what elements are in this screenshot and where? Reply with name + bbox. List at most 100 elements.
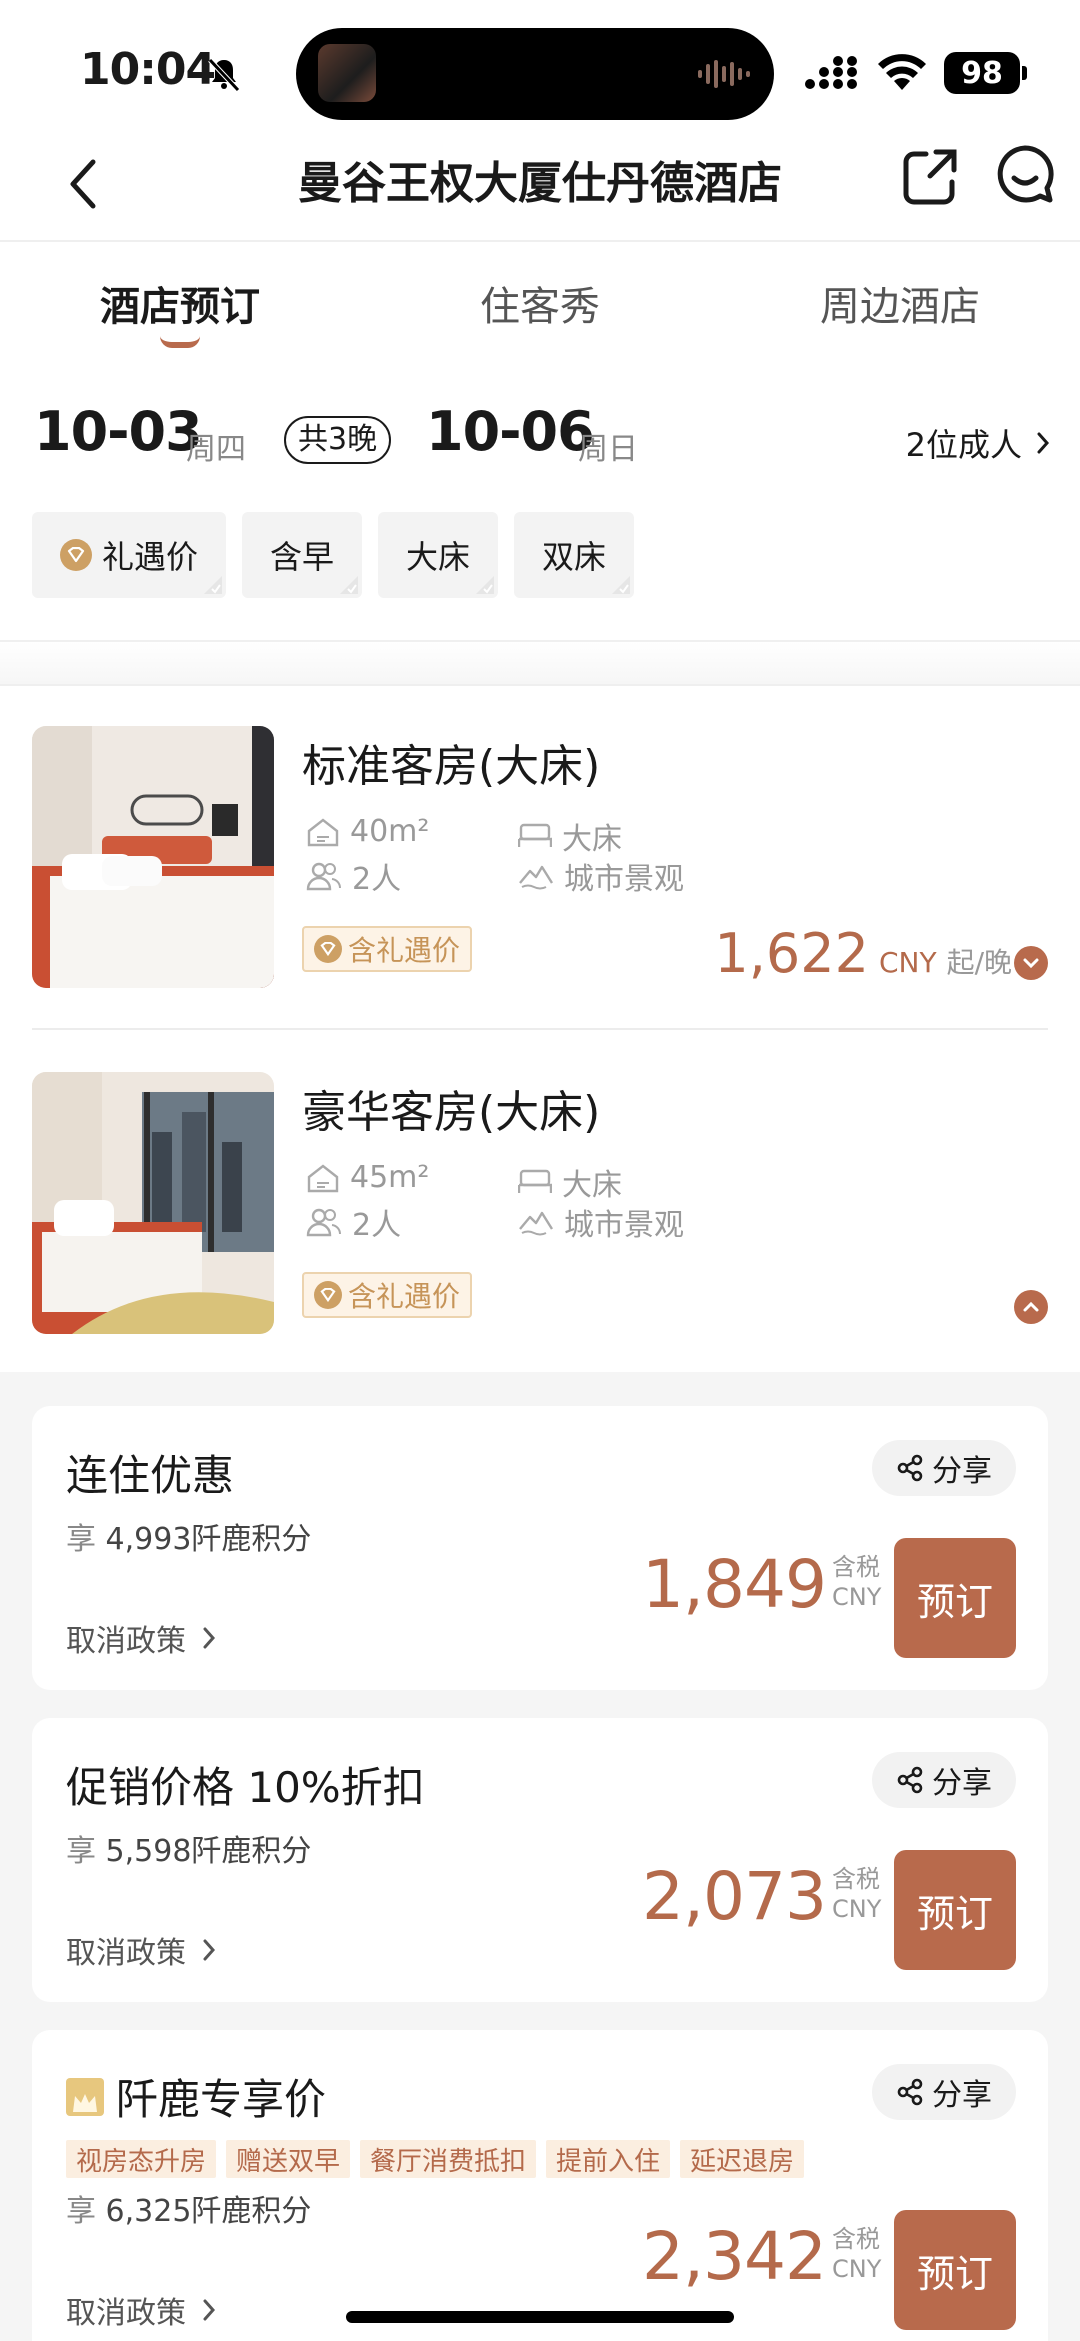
nights-badge: 共3晚 [284, 416, 392, 464]
city-view-icon [519, 865, 554, 890]
room-name: 标准客房(大床) [302, 741, 601, 792]
dynamic-island[interactable] [296, 28, 774, 120]
checkin-date[interactable]: 10-03 [34, 400, 203, 463]
tab-nearby-hotels[interactable]: 周边酒店 [780, 274, 1020, 332]
room-size: 40m² [306, 814, 429, 849]
bell-muted-icon [208, 58, 240, 92]
active-tab-indicator [160, 336, 200, 348]
room-view: 城市景观 [518, 1200, 684, 1244]
rate-name: 连住优惠 [66, 1451, 235, 1500]
album-art-icon [318, 44, 376, 102]
chevron-right-icon [203, 1939, 216, 1961]
book-button[interactable]: 预订 [894, 2210, 1016, 2330]
filter-chip-label: 含早 [270, 538, 335, 576]
filter-chip-king-bed[interactable]: 大床 [378, 512, 499, 598]
chevron-right-icon [1037, 432, 1050, 454]
rate-card: 连住优惠 享 4,993阡鹿积分 取消政策 分享 1,849 含税 CNY 预订 [32, 1406, 1048, 1690]
perk-tag: 餐厅消费抵扣 [360, 2140, 537, 2178]
tab-bar: 酒店预订 住客秀 周边酒店 [0, 244, 1080, 364]
privilege-tag: 含礼遇价 [302, 1272, 473, 1318]
share-nodes-icon [897, 1766, 923, 1794]
tax-note: 含税 CNY [832, 1553, 882, 1611]
price-currency: CNY [878, 946, 937, 979]
check-corner-icon [612, 576, 631, 594]
filter-chip-breakfast[interactable]: 含早 [242, 512, 363, 598]
area-icon [307, 1163, 339, 1192]
page-title: 曼谷王权大厦仕丹德酒店 [298, 158, 782, 209]
collapse-button[interactable] [1014, 1290, 1048, 1324]
checkout-date[interactable]: 10-06 [426, 400, 595, 463]
status-bar: 10:04 98 [0, 0, 1080, 130]
chat-icon[interactable] [990, 140, 1060, 210]
chevron-left-icon [70, 159, 96, 209]
room-size: 45m² [306, 1160, 429, 1195]
filter-chip-twin-bed[interactable]: 双床 [514, 512, 635, 598]
cancel-policy-link[interactable]: 取消政策 [66, 1928, 216, 1972]
share-button[interactable]: 分享 [872, 1440, 1016, 1496]
rate-name: 促销价格 10%折扣 [66, 1763, 425, 1812]
filter-chip-privilege[interactable]: 礼遇价 [32, 512, 227, 598]
book-button[interactable]: 预订 [894, 1538, 1016, 1658]
room-card[interactable]: 标准客房(大床) 40m² 大床 2人 城市景观 含礼遇价 1,622 CNY … [32, 726, 1048, 988]
share-button[interactable]: 分享 [872, 1752, 1016, 1808]
guests-selector[interactable]: 2位成人 [906, 420, 1050, 466]
guests-label: 2位成人 [905, 426, 1022, 464]
room-card[interactable]: 豪华客房(大床) 45m² 大床 2人 城市景观 含礼遇价 [32, 1072, 1048, 1334]
people-icon [306, 862, 342, 891]
filter-chips: 礼遇价 含早 大床 双床 [32, 512, 635, 598]
home-indicator[interactable] [346, 2311, 734, 2323]
room-occupancy: 2人 [306, 1200, 401, 1244]
chevron-down-icon [1023, 958, 1039, 969]
battery-indicator: 98 [944, 52, 1027, 94]
rate-price: 1,849 [642, 1546, 827, 1623]
check-corner-icon [476, 576, 495, 594]
room-photo[interactable] [32, 726, 274, 988]
price-value: 1,622 [714, 922, 869, 985]
nav-bar: 曼谷王权大厦仕丹德酒店 [0, 130, 1080, 242]
filter-chip-label: 双床 [542, 538, 607, 576]
privilege-tag: 含礼遇价 [302, 926, 473, 972]
area-icon [307, 817, 339, 846]
rate-points: 享 5,598阡鹿积分 [66, 1834, 312, 1869]
rate-price: 2,073 [642, 1858, 827, 1935]
signal-icon [805, 56, 857, 89]
rate-name: 阡鹿专享价 [66, 2066, 326, 2127]
gift-icon [60, 539, 92, 571]
share-nodes-icon [897, 2078, 923, 2106]
rate-points: 享 4,993阡鹿积分 [66, 1522, 312, 1557]
expand-button[interactable] [1014, 946, 1048, 980]
cancel-policy-link[interactable]: 取消政策 [66, 2288, 216, 2332]
rate-points: 享 6,325阡鹿积分 [66, 2194, 312, 2229]
room-photo[interactable] [32, 1072, 274, 1334]
book-button[interactable]: 预订 [894, 1850, 1016, 1970]
cancel-policy-link[interactable]: 取消政策 [66, 1616, 216, 1660]
stay-dates[interactable]: 10-03 周四 共3晚 10-06 周日 2位成人 [0, 400, 1080, 480]
bed-icon [518, 1169, 552, 1193]
wifi-icon [878, 54, 926, 90]
checkout-weekday: 周日 [578, 432, 638, 467]
perk-tags: 视房态升房 赠送双早 餐厅消费抵扣 提前入住 延迟退房 [66, 2140, 805, 2178]
perk-tag: 延迟退房 [680, 2140, 805, 2178]
tab-booking[interactable]: 酒店预订 [60, 274, 300, 332]
check-corner-icon [204, 576, 223, 594]
room-occupancy: 2人 [306, 854, 401, 898]
audio-wave-icon [698, 60, 750, 88]
share-icon[interactable] [896, 142, 966, 212]
tab-guest-reviews[interactable]: 住客秀 [420, 274, 660, 332]
share-button[interactable]: 分享 [872, 2064, 1016, 2120]
gift-icon [314, 1281, 342, 1309]
back-button[interactable] [52, 148, 112, 220]
price-per-night: 起/晚 [946, 946, 1012, 979]
chevron-right-icon [203, 1627, 216, 1649]
room-view: 城市景观 [518, 854, 684, 898]
room-bed: 大床 [518, 814, 622, 858]
chevron-up-icon [1023, 1301, 1039, 1312]
check-corner-icon [340, 576, 359, 594]
tax-note: 含税 CNY [832, 2225, 882, 2283]
room-divider [32, 1028, 1048, 1030]
perk-tag: 提前入住 [546, 2140, 671, 2178]
tax-note: 含税 CNY [832, 1865, 882, 1923]
rate-card: 阡鹿专享价 视房态升房 赠送双早 餐厅消费抵扣 提前入住 延迟退房 享 6,32… [32, 2030, 1048, 2341]
perk-tag: 赠送双早 [226, 2140, 351, 2178]
perk-tag: 视房态升房 [66, 2140, 217, 2178]
